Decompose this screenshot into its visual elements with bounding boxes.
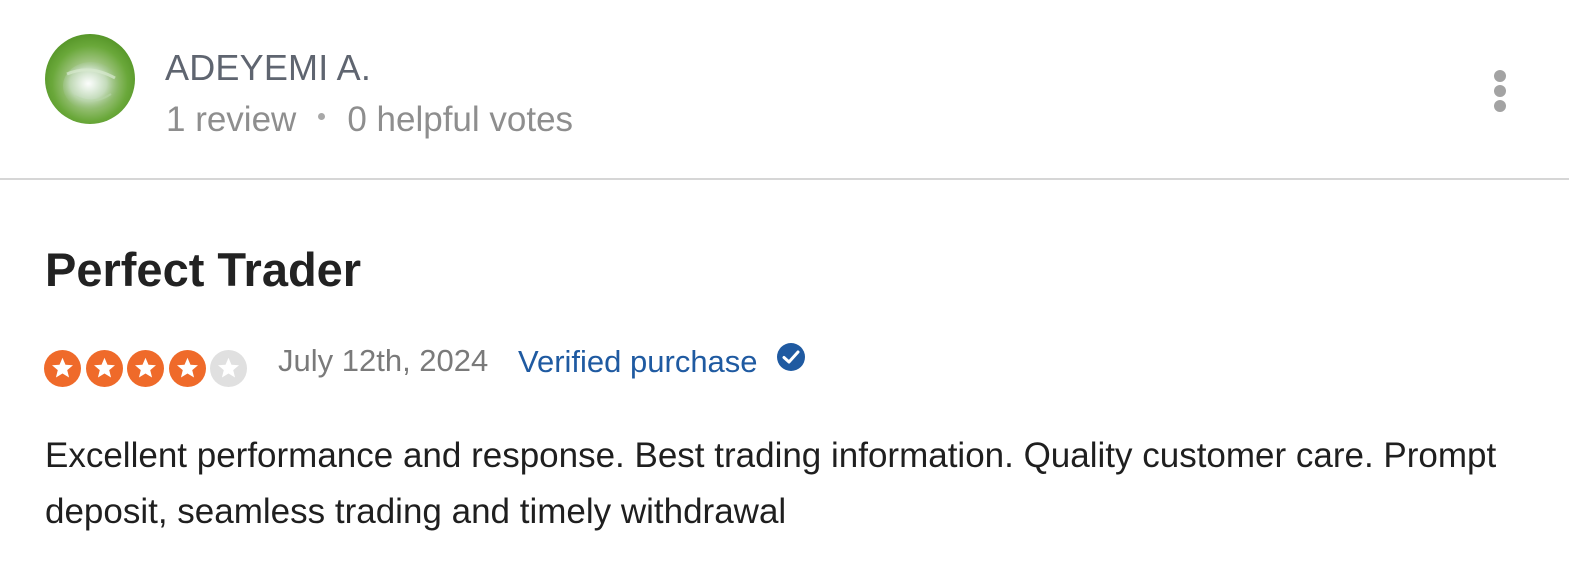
reviewer-header: ADEYEMI A. 1 review 0 helpful votes [0,0,1569,180]
star-rating [44,350,254,388]
check-circle-icon [777,343,805,371]
menu-dot [1494,100,1506,112]
review-card: ADEYEMI A. 1 review 0 helpful votes Perfe… [0,0,1569,570]
review-count: 1 review [166,100,297,139]
menu-dot [1494,70,1506,82]
more-vertical-icon[interactable] [1484,66,1516,112]
helpful-votes: 0 helpful votes [347,100,574,139]
star-filled-icon [168,350,206,387]
reviewer-stats: 1 review 0 helpful votes [166,100,573,140]
separator-dot [318,113,326,121]
star-filled-icon [44,350,81,387]
avatar[interactable] [45,34,135,124]
review-title: Perfect Trader [45,243,362,296]
reviewer-name[interactable]: ADEYEMI A. [165,48,371,88]
menu-dot [1494,85,1506,97]
verified-purchase-label: Verified purchase [518,344,758,379]
star-filled-icon [85,350,123,387]
verified-purchase-badge[interactable]: Verified purchase [518,342,805,382]
review-body: Excellent performance and response. Best… [45,436,1497,531]
star-empty-icon [210,350,247,387]
star-filled-icon [127,350,164,387]
review-date: July 12th, 2024 [278,343,489,378]
rating-row: July 12th, 2024 Verified purchase [44,340,944,390]
